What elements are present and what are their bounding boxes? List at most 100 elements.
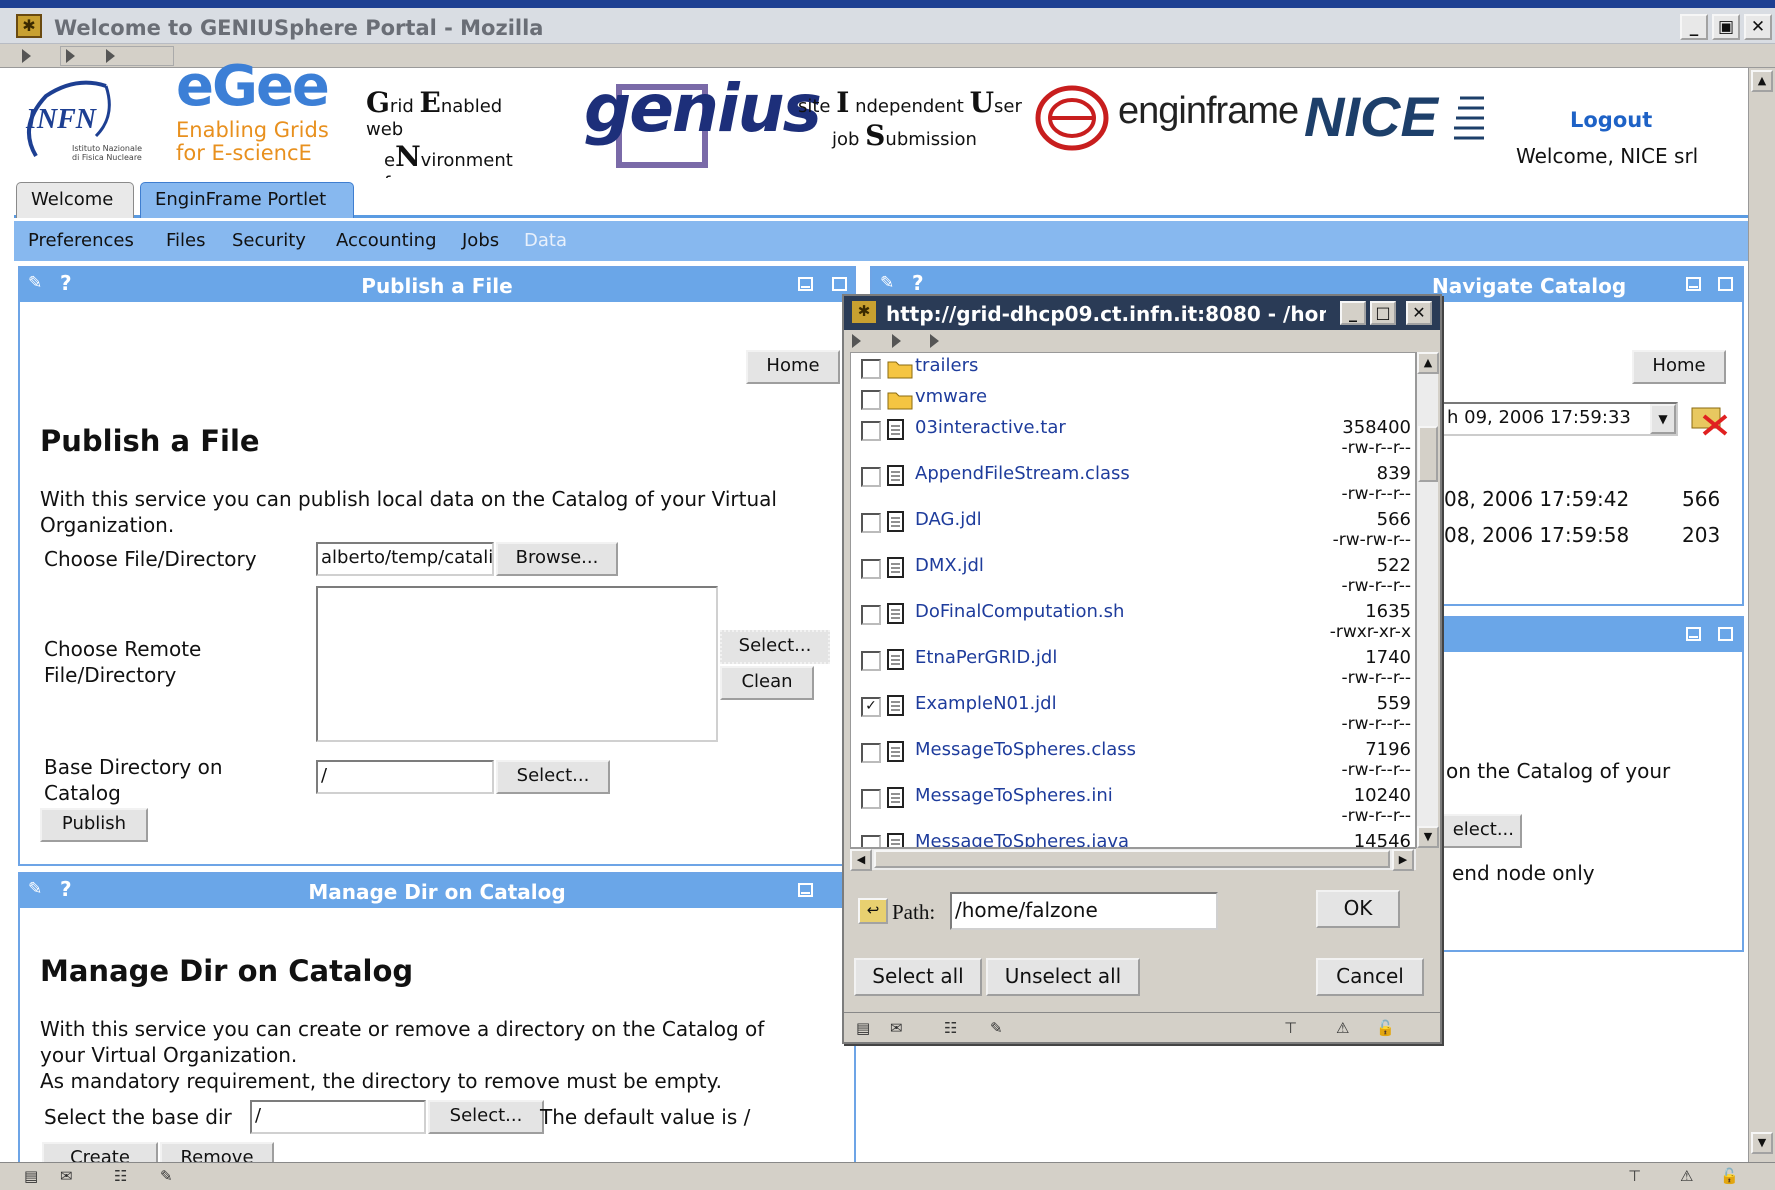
file-name[interactable]: trailers xyxy=(915,355,978,376)
file-list-hscrollbar[interactable]: ◀ ▶ xyxy=(850,848,1416,871)
navigator-icon[interactable]: ▤ xyxy=(856,1019,880,1039)
base-dir-select-button[interactable]: Select... xyxy=(496,760,610,794)
maximize-panel-icon[interactable] xyxy=(832,277,847,291)
scroll-left-icon[interactable]: ◀ xyxy=(850,849,872,871)
select-remote-button[interactable]: Select... xyxy=(720,630,830,664)
file-row[interactable]: 03interactive.tar 358400 -rw-r--r-- xyxy=(851,407,1415,458)
close-button[interactable]: ✕ xyxy=(1744,14,1772,40)
file-checkbox[interactable] xyxy=(861,513,881,533)
minimize-panel-icon[interactable] xyxy=(798,883,813,897)
composer-icon[interactable]: ☷ xyxy=(114,1167,138,1187)
menu-preferences[interactable]: Preferences xyxy=(28,230,134,251)
maximize-panel-icon[interactable] xyxy=(1718,627,1733,641)
base-dir-input[interactable]: / xyxy=(316,760,494,794)
select-button[interactable]: elect... xyxy=(1438,814,1522,848)
remote-file-textarea[interactable] xyxy=(316,586,718,742)
file-row[interactable]: ✓ ExampleN01.jdl 559 -rw-r--r-- xyxy=(851,683,1415,734)
page-scrollbar[interactable]: ▲ ▼ xyxy=(1748,68,1775,1162)
toolbar-grip-icon[interactable] xyxy=(22,49,31,63)
file-row[interactable]: MessageToSpheres.java 14546 xyxy=(851,821,1415,847)
navigator-icon[interactable]: ▤ xyxy=(24,1167,48,1187)
file-checkbox[interactable] xyxy=(861,743,881,763)
file-name[interactable]: vmware xyxy=(915,386,987,407)
file-row[interactable]: MessageToSpheres.ini 10240 -rw-r--r-- xyxy=(851,775,1415,826)
file-name[interactable]: MessageToSpheres.ini xyxy=(915,785,1113,806)
publish-button[interactable]: Publish xyxy=(40,808,148,842)
clean-button[interactable]: Clean xyxy=(720,666,814,700)
file-row[interactable]: MessageToSpheres.class 7196 -rw-r--r-- xyxy=(851,729,1415,780)
file-checkbox[interactable] xyxy=(861,789,881,809)
mail-icon[interactable]: ✉ xyxy=(60,1167,84,1187)
file-row[interactable]: DoFinalComputation.sh 1635 -rwxr-xr-x xyxy=(851,591,1415,642)
toolbar-grip-icon[interactable] xyxy=(892,334,901,348)
unselect-all-button[interactable]: Unselect all xyxy=(986,958,1140,996)
menu-jobs[interactable]: Jobs xyxy=(462,230,499,251)
menu-data[interactable]: Data xyxy=(524,230,567,251)
minimize-panel-icon[interactable] xyxy=(1686,277,1701,291)
file-name[interactable]: 03interactive.tar xyxy=(915,417,1066,438)
file-checkbox[interactable]: ✓ xyxy=(861,697,881,717)
choose-file-input[interactable]: alberto/temp/catali xyxy=(316,542,494,576)
popup-maximize-button[interactable]: □ xyxy=(1370,301,1396,325)
logout-link[interactable]: Logout xyxy=(1570,108,1652,132)
base-dir-input[interactable]: / xyxy=(250,1100,426,1134)
file-name[interactable]: AppendFileStream.class xyxy=(915,463,1130,484)
minimize-panel-icon[interactable] xyxy=(1686,627,1701,641)
scroll-thumb[interactable] xyxy=(1418,426,1438,482)
file-checkbox[interactable] xyxy=(861,651,881,671)
menu-accounting[interactable]: Accounting xyxy=(336,230,437,251)
file-name[interactable]: DMX.jdl xyxy=(915,555,984,576)
path-input[interactable]: /home/falzone xyxy=(950,892,1218,930)
maximize-button[interactable]: ▣ xyxy=(1712,14,1740,40)
addressbook-icon[interactable]: ✎ xyxy=(160,1167,184,1187)
scroll-right-icon[interactable]: ▶ xyxy=(1392,849,1414,871)
cancel-button[interactable]: Cancel xyxy=(1316,958,1424,996)
file-checkbox[interactable] xyxy=(861,421,881,441)
home-button[interactable]: Home xyxy=(1632,350,1726,384)
scroll-up-icon[interactable]: ▲ xyxy=(1751,70,1773,92)
maximize-panel-icon[interactable] xyxy=(1718,277,1733,291)
file-name[interactable]: MessageToSpheres.class xyxy=(915,739,1136,760)
file-row[interactable]: EtnaPerGRID.jdl 1740 -rw-r--r-- xyxy=(851,637,1415,688)
scroll-down-icon[interactable]: ▼ xyxy=(1751,1132,1773,1154)
browse-button[interactable]: Browse... xyxy=(496,542,618,576)
home-button[interactable]: Home xyxy=(746,350,840,384)
file-name[interactable]: DoFinalComputation.sh xyxy=(915,601,1124,622)
delete-folder-icon[interactable] xyxy=(1690,398,1730,438)
chevron-down-icon[interactable]: ▼ xyxy=(1650,404,1676,434)
file-row[interactable]: DAG.jdl 566 -rw-rw-r-- xyxy=(851,499,1415,550)
parent-folder-icon[interactable]: ↩ xyxy=(858,898,888,924)
minimize-button[interactable]: _ xyxy=(1680,14,1708,40)
scroll-thumb[interactable] xyxy=(874,850,1390,868)
select-all-button[interactable]: Select all xyxy=(854,958,982,996)
file-list-scrollbar[interactable]: ▲ ▼ xyxy=(1416,352,1439,848)
menu-security[interactable]: Security xyxy=(232,230,306,251)
popup-minimize-button[interactable]: _ xyxy=(1340,301,1366,325)
file-name[interactable]: EtnaPerGRID.jdl xyxy=(915,647,1057,668)
file-checkbox[interactable] xyxy=(861,605,881,625)
file-name[interactable]: MessageToSpheres.java xyxy=(915,831,1129,847)
file-name[interactable]: ExampleN01.jdl xyxy=(915,693,1057,714)
file-name[interactable]: DAG.jdl xyxy=(915,509,982,530)
toolbar-grip-icon[interactable] xyxy=(852,334,861,348)
date-select[interactable]: h 09, 2006 17:59:33 xyxy=(1442,402,1678,436)
file-checkbox[interactable] xyxy=(861,467,881,487)
file-checkbox[interactable] xyxy=(861,559,881,579)
composer-icon[interactable]: ☷ xyxy=(944,1019,968,1039)
addressbook-icon[interactable]: ✎ xyxy=(990,1019,1014,1039)
file-row[interactable]: AppendFileStream.class 839 -rw-r--r-- xyxy=(851,453,1415,504)
tab-welcome[interactable]: Welcome xyxy=(16,182,134,218)
panel-title: Publish a File xyxy=(361,274,513,298)
tab-enginframe-portlet[interactable]: EnginFrame Portlet xyxy=(140,182,354,218)
popup-close-button[interactable]: ✕ xyxy=(1406,301,1432,325)
select-button[interactable]: Select... xyxy=(428,1100,544,1134)
scroll-down-icon[interactable]: ▼ xyxy=(1417,826,1439,848)
file-checkbox[interactable] xyxy=(861,835,881,847)
toolbar-grip-icon[interactable] xyxy=(930,334,939,348)
ok-button[interactable]: OK xyxy=(1316,890,1400,928)
scroll-up-icon[interactable]: ▲ xyxy=(1417,352,1439,374)
minimize-panel-icon[interactable] xyxy=(798,277,813,291)
menu-files[interactable]: Files xyxy=(166,230,206,251)
mail-icon[interactable]: ✉ xyxy=(890,1019,914,1039)
file-row[interactable]: DMX.jdl 522 -rw-r--r-- xyxy=(851,545,1415,596)
